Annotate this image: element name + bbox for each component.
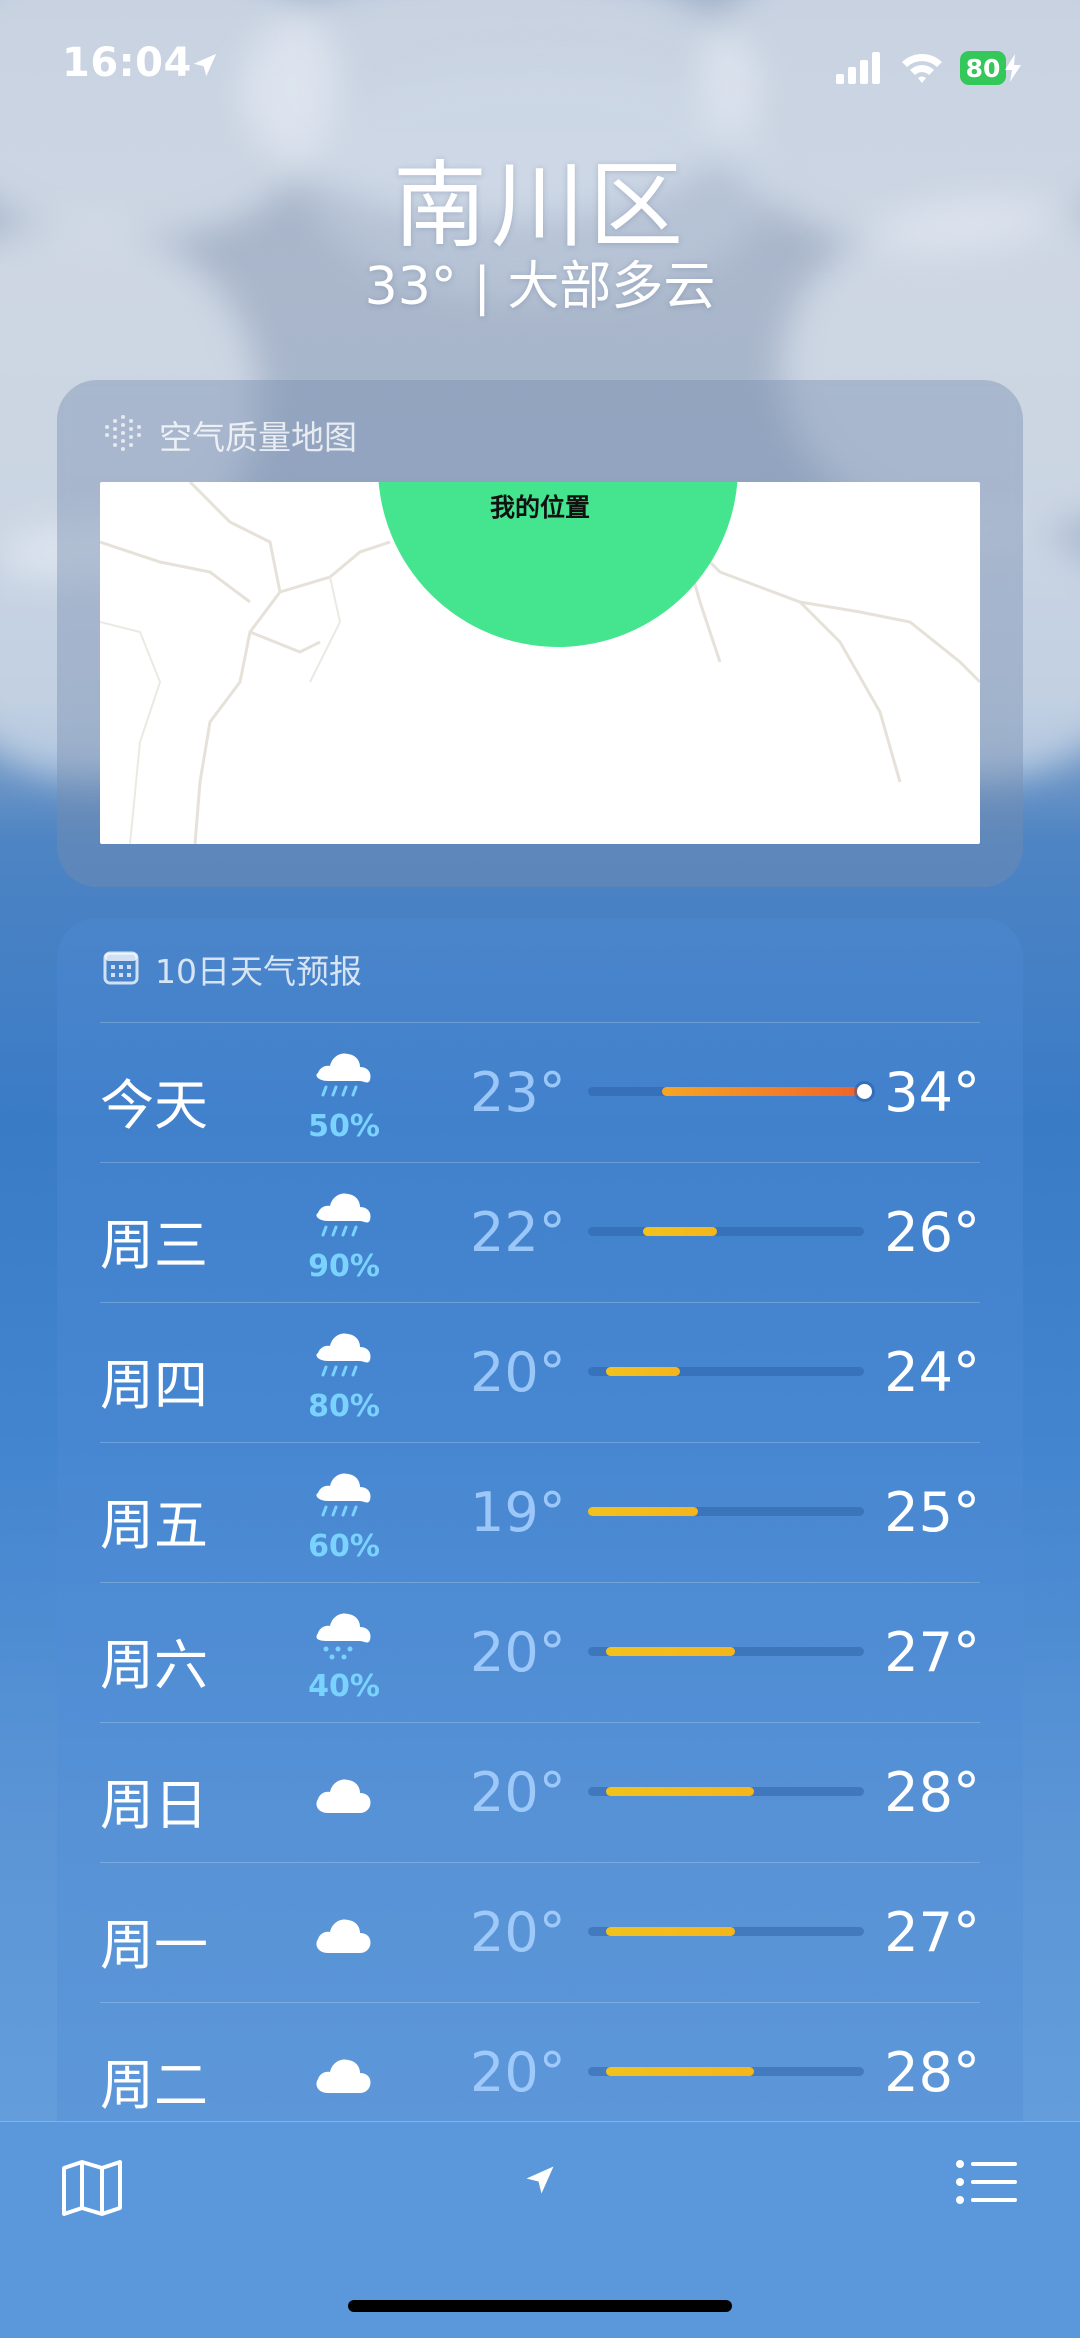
status-time: 16:04 bbox=[62, 40, 192, 86]
forecast-row[interactable]: 周一 20° 27° bbox=[100, 1862, 980, 2002]
temp-range-fill bbox=[606, 1647, 736, 1656]
forecast-header: 10日天气预报 bbox=[103, 944, 362, 994]
forecast-row[interactable]: 今天 50% 23° 34° bbox=[100, 1022, 980, 1162]
calendar-icon bbox=[103, 949, 139, 989]
status-bar: 16:04 80 bbox=[0, 0, 1080, 130]
temp-range-fill bbox=[588, 1507, 699, 1516]
cellular-signal-icon bbox=[836, 52, 882, 88]
high-temp: 27° bbox=[884, 1901, 980, 1964]
forecast-row[interactable]: 周五 60% 19° 25° bbox=[100, 1442, 980, 1582]
temp-range-fill bbox=[606, 1927, 736, 1936]
air-quality-title: 空气质量地图 bbox=[159, 418, 357, 457]
temp-range-bar bbox=[588, 2067, 864, 2076]
temp-range-fill bbox=[606, 2067, 754, 2076]
temp-range-bar bbox=[588, 1787, 864, 1796]
precip-chance: 60% bbox=[308, 1529, 380, 1564]
cloud-icon bbox=[310, 2049, 376, 2099]
cloud-rain-icon bbox=[310, 1323, 376, 1387]
cloud-rain-icon bbox=[310, 1183, 376, 1247]
precip-chance: 90% bbox=[308, 1249, 380, 1284]
temp-range-bar bbox=[588, 1647, 864, 1656]
temp-range-bar bbox=[588, 1927, 864, 1936]
low-temp: 23° bbox=[470, 1061, 566, 1124]
forecast-row[interactable]: 周六 40% 20° 27° bbox=[100, 1582, 980, 1722]
charging-bolt-icon bbox=[1004, 54, 1022, 86]
air-quality-map-card[interactable]: 空气质量地图 我的位置 bbox=[57, 380, 1023, 887]
air-quality-header: 空气质量地图 bbox=[103, 410, 357, 460]
dotted-circle-icon bbox=[103, 413, 143, 457]
day-label: 周日 bbox=[100, 1774, 208, 1837]
cloud-rain-icon bbox=[310, 1043, 376, 1107]
temp-range-fill bbox=[643, 1227, 717, 1236]
battery-indicator: 80 bbox=[960, 51, 1006, 85]
temp-range-bar bbox=[588, 1227, 864, 1236]
wifi-icon bbox=[900, 50, 944, 88]
temp-range-bar bbox=[588, 1367, 864, 1376]
day-label: 周六 bbox=[100, 1634, 208, 1697]
location-arrow-icon[interactable] bbox=[522, 2162, 558, 2202]
day-label: 周三 bbox=[100, 1214, 208, 1277]
air-quality-map[interactable]: 我的位置 bbox=[100, 482, 980, 844]
high-temp: 34° bbox=[884, 1061, 980, 1124]
low-temp: 19° bbox=[470, 1481, 566, 1544]
forecast-list: 今天 50% 23° 34° 周三 90% 22° 26° 周四 80% 20°… bbox=[100, 1022, 980, 2138]
temp-range-fill bbox=[606, 1367, 680, 1376]
list-icon[interactable] bbox=[955, 2158, 1019, 2210]
cloud-drizzle-icon bbox=[310, 1603, 376, 1667]
map-icon[interactable] bbox=[60, 2158, 124, 2222]
cloud-icon bbox=[310, 1769, 376, 1819]
low-temp: 20° bbox=[470, 1761, 566, 1824]
high-temp: 25° bbox=[884, 1481, 980, 1544]
forecast-row[interactable]: 周二 20° 28° bbox=[100, 2002, 980, 2138]
home-indicator[interactable] bbox=[348, 2300, 732, 2312]
forecast-title: 10日天气预报 bbox=[155, 952, 362, 991]
low-temp: 22° bbox=[470, 1201, 566, 1264]
forecast-row[interactable]: 周四 80% 20° 24° bbox=[100, 1302, 980, 1442]
location-services-icon bbox=[190, 50, 220, 84]
temp-range-bar bbox=[588, 1084, 872, 1099]
high-temp: 24° bbox=[884, 1341, 980, 1404]
day-label: 周二 bbox=[100, 2054, 208, 2117]
high-temp: 28° bbox=[884, 2041, 980, 2104]
high-temp: 26° bbox=[884, 1201, 980, 1264]
low-temp: 20° bbox=[470, 2041, 566, 2104]
low-temp: 20° bbox=[470, 1341, 566, 1404]
forecast-row[interactable]: 周三 90% 22° 26° bbox=[100, 1162, 980, 1302]
day-label: 周四 bbox=[100, 1354, 208, 1417]
current-weather-summary: 33° | 大部多云 bbox=[364, 257, 716, 317]
precip-chance: 50% bbox=[308, 1109, 380, 1144]
day-label: 今天 bbox=[100, 1074, 208, 1137]
temp-range-fill bbox=[661, 1087, 864, 1096]
current-temp-marker bbox=[857, 1084, 872, 1099]
battery-level: 80 bbox=[965, 53, 1001, 83]
high-temp: 27° bbox=[884, 1621, 980, 1684]
ten-day-forecast-card: 10日天气预报 今天 50% 23° 34° 周三 90% 22° 26° 周四… bbox=[57, 918, 1023, 2138]
precip-chance: 40% bbox=[308, 1669, 380, 1704]
high-temp: 28° bbox=[884, 1761, 980, 1824]
temp-range-fill bbox=[606, 1787, 754, 1796]
forecast-row[interactable]: 周日 20° 28° bbox=[100, 1722, 980, 1862]
cloud-icon bbox=[310, 1909, 376, 1959]
temp-range-bar bbox=[588, 1507, 864, 1516]
day-label: 周一 bbox=[100, 1914, 208, 1977]
low-temp: 20° bbox=[470, 1901, 566, 1964]
cloud-rain-icon bbox=[310, 1463, 376, 1527]
my-location-label: 我的位置 bbox=[489, 493, 590, 522]
day-label: 周五 bbox=[100, 1494, 208, 1557]
precip-chance: 80% bbox=[308, 1389, 380, 1424]
low-temp: 20° bbox=[470, 1621, 566, 1684]
